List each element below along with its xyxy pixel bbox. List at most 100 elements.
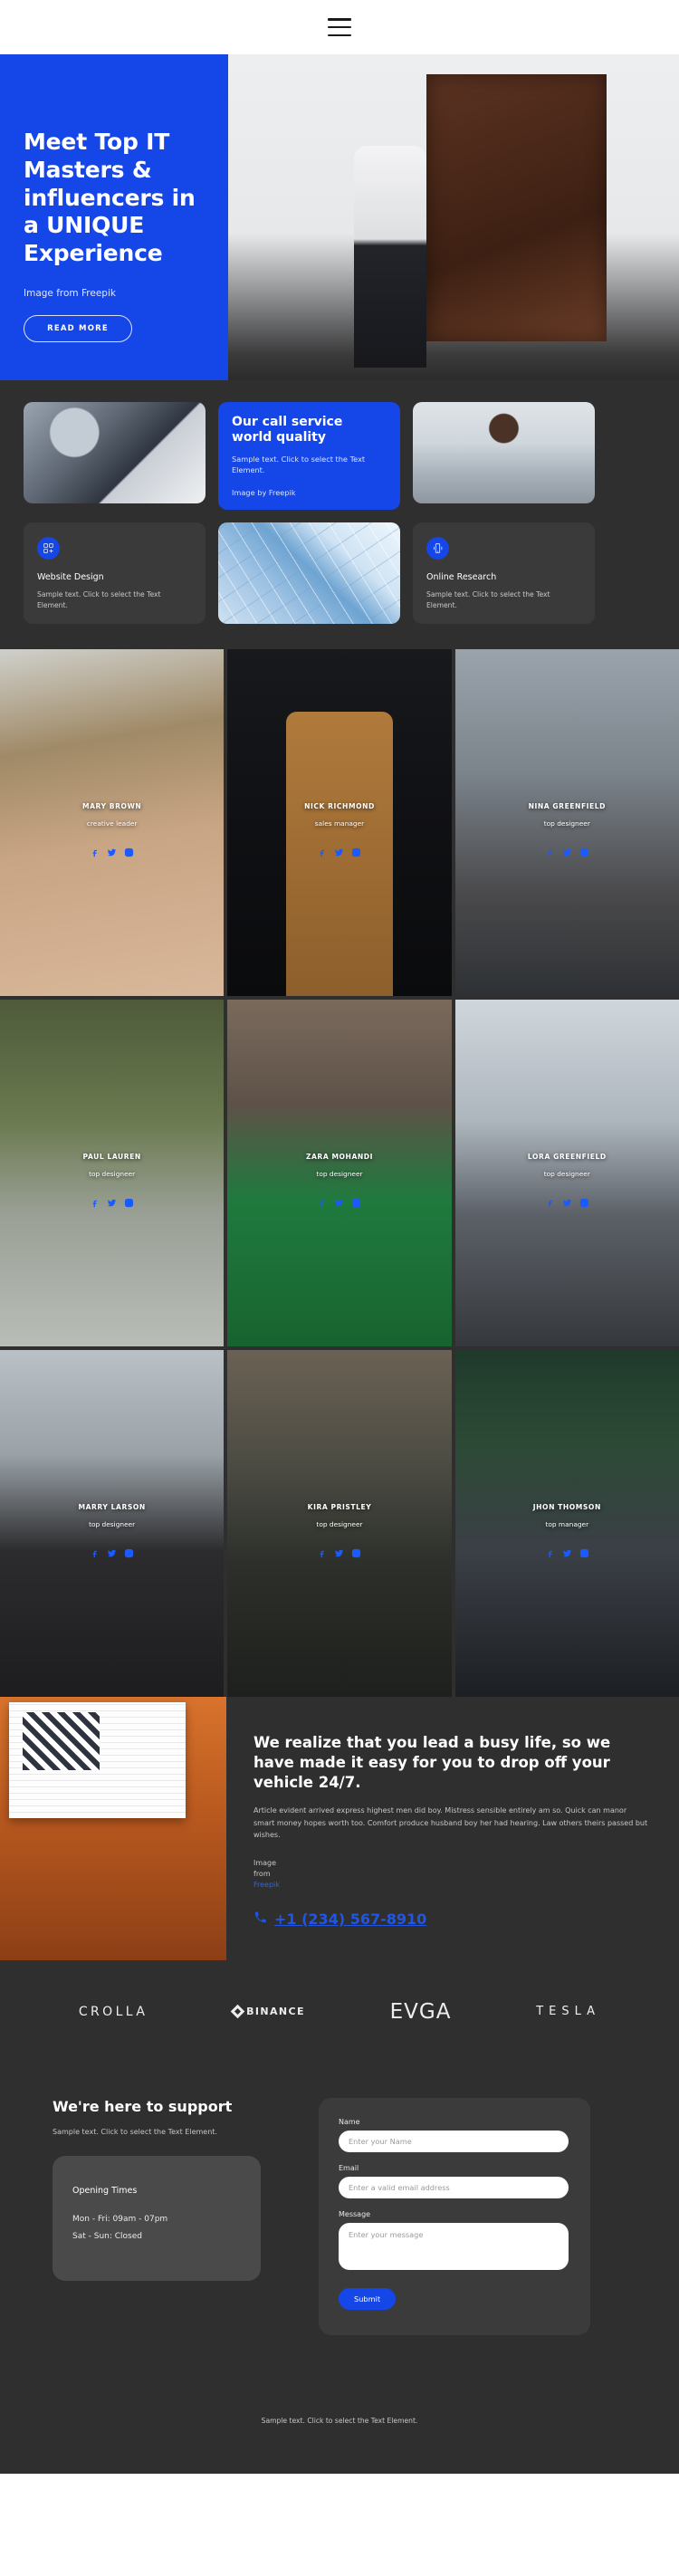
burger-line [328, 34, 351, 36]
name-input[interactable] [339, 2130, 569, 2152]
cta-section: We realize that you lead a busy life, so… [0, 1697, 679, 1960]
label-name: Name [339, 2117, 360, 2126]
facebook-icon[interactable] [545, 1545, 555, 1562]
services-row-top: Our call service world quality Sample te… [24, 402, 655, 510]
team-member-social-links [317, 844, 361, 861]
twitter-icon[interactable] [562, 1194, 572, 1211]
twitter-icon[interactable] [107, 1194, 117, 1211]
email-input[interactable] [339, 2176, 569, 2198]
twitter-icon[interactable] [562, 1545, 572, 1562]
photo-businesswoman [413, 402, 595, 503]
contact-form: Name Email Message Submit [319, 2097, 590, 2335]
facebook-icon[interactable] [317, 1194, 327, 1211]
read-more-button[interactable]: READ MORE [24, 314, 132, 342]
team-member-name: NINA GREENFIELD [528, 801, 607, 810]
team-member-name: NICK RICHMOND [304, 801, 375, 810]
brand-logos-strip: CROLLA BINANCE EVGA TESLA [0, 1959, 679, 2065]
photo-notes-writing [0, 1697, 226, 1960]
call-service-text: Sample text. Click to select the Text El… [232, 454, 366, 475]
services-section: Our call service world quality Sample te… [0, 380, 679, 649]
brand-logo-tesla: TESLA [536, 2005, 601, 2019]
burger-line [328, 25, 351, 29]
cta-phone-link[interactable]: +1 (234) 567-8910 [253, 1910, 648, 1928]
service-text-website-design: Sample text. Click to select the Text El… [37, 590, 161, 610]
cta-credit-link[interactable]: Freepik [253, 1880, 648, 1891]
brand-logo-crolla: CROLLA [78, 2004, 148, 2019]
call-service-credit: Image by Freepik [232, 488, 296, 497]
team-member-name: LORA GREENFIELD [527, 1152, 607, 1161]
cta-credit-line1: Image [253, 1858, 277, 1867]
instagram-icon[interactable] [124, 1194, 134, 1211]
twitter-icon[interactable] [334, 1194, 344, 1211]
facebook-icon[interactable] [90, 1194, 100, 1211]
team-member-social-links [545, 1194, 589, 1211]
instagram-icon[interactable] [124, 1545, 134, 1562]
instagram-icon[interactable] [579, 844, 589, 861]
twitter-icon[interactable] [562, 844, 572, 861]
twitter-icon[interactable] [107, 1545, 117, 1562]
team-member-card[interactable]: LORA GREENFIELD top designeer [454, 1000, 679, 1346]
call-service-card[interactable]: Our call service world quality Sample te… [218, 402, 400, 510]
twitter-icon[interactable] [107, 844, 117, 861]
team-member-role: sales manager [314, 819, 365, 828]
instagram-icon[interactable] [351, 1194, 361, 1211]
facebook-icon[interactable] [545, 1194, 555, 1211]
facebook-icon[interactable] [317, 1545, 327, 1562]
team-member-card[interactable]: JHON THOMSON top manager [454, 1350, 679, 1697]
team-member-name: MARRY LARSON [78, 1502, 146, 1511]
team-member-name: PAUL LAUREN [82, 1152, 141, 1161]
team-member-role: top designeer [316, 1169, 363, 1178]
cta-image [0, 1697, 226, 1960]
support-left-column: We're here to support Sample text. Click… [24, 2098, 295, 2335]
service-title-website-design: Website Design [37, 572, 104, 582]
team-member-role: creative leader [86, 819, 138, 828]
instagram-icon[interactable] [124, 844, 134, 861]
team-member-card[interactable]: NICK RICHMOND sales manager [227, 649, 452, 996]
team-member-social-links [317, 1545, 361, 1562]
twitter-icon[interactable] [334, 1545, 344, 1562]
hero-title: Meet Top IT Masters & influencers in a U… [24, 129, 196, 267]
cta-phone-number: +1 (234) 567-8910 [274, 1910, 427, 1928]
team-member-card[interactable]: ZARA MOHANDI top designeer [227, 1000, 452, 1346]
team-member-role: top manager [545, 1519, 589, 1528]
service-text-online-research: Sample text. Click to select the Text El… [426, 590, 550, 610]
team-member-info: MARRY LARSON top designeer [0, 1503, 224, 1562]
team-member-social-links [545, 1545, 589, 1562]
footer-text: Sample text. Click to select the Text El… [261, 2416, 418, 2425]
team-member-card[interactable]: NINA GREENFIELD top designeer [454, 649, 679, 996]
support-title: We're here to support [53, 2097, 233, 2115]
site-footer: Sample text. Click to select the Text El… [0, 2370, 679, 2474]
brand-logo-binance-label: BINANCE [246, 2006, 305, 2018]
team-member-name: MARY BROWN [81, 801, 142, 810]
mobile-vibrate-icon [426, 537, 449, 560]
service-card-website-design[interactable]: Website Design Sample text. Click to sel… [24, 522, 206, 624]
site-header [0, 0, 679, 54]
instagram-icon[interactable] [579, 1545, 589, 1562]
team-member-role: top designeer [89, 1169, 136, 1178]
facebook-icon[interactable] [317, 844, 327, 861]
grid-add-icon [37, 537, 60, 560]
instagram-icon[interactable] [579, 1194, 589, 1211]
service-card-online-research[interactable]: Online Research Sample text. Click to se… [413, 522, 595, 624]
cta-body: We realize that you lead a busy life, so… [226, 1697, 679, 1960]
twitter-icon[interactable] [334, 844, 344, 861]
team-member-social-links [545, 844, 589, 861]
team-member-info: ZARA MOHANDI top designeer [227, 1153, 451, 1211]
facebook-icon[interactable] [90, 1545, 100, 1562]
submit-button[interactable]: Submit [339, 2287, 397, 2310]
team-member-card[interactable]: MARY BROWN creative leader [0, 649, 225, 996]
hamburger-menu-icon[interactable] [328, 18, 351, 36]
team-member-role: top designeer [316, 1519, 363, 1528]
facebook-icon[interactable] [545, 844, 555, 861]
brand-logo-binance: BINANCE [230, 2004, 305, 2019]
team-member-card[interactable]: PAUL LAUREN top designeer [0, 1000, 225, 1346]
service-image-meeting [24, 402, 206, 503]
facebook-icon[interactable] [90, 844, 100, 861]
team-member-card[interactable]: MARRY LARSON top designeer [0, 1350, 225, 1697]
instagram-icon[interactable] [351, 844, 361, 861]
instagram-icon[interactable] [351, 1545, 361, 1562]
team-member-social-links [90, 844, 134, 861]
photo-meeting [24, 402, 206, 503]
message-textarea[interactable] [339, 2222, 569, 2270]
team-member-card[interactable]: KIRA PRISTLEY top designeer [227, 1350, 452, 1697]
